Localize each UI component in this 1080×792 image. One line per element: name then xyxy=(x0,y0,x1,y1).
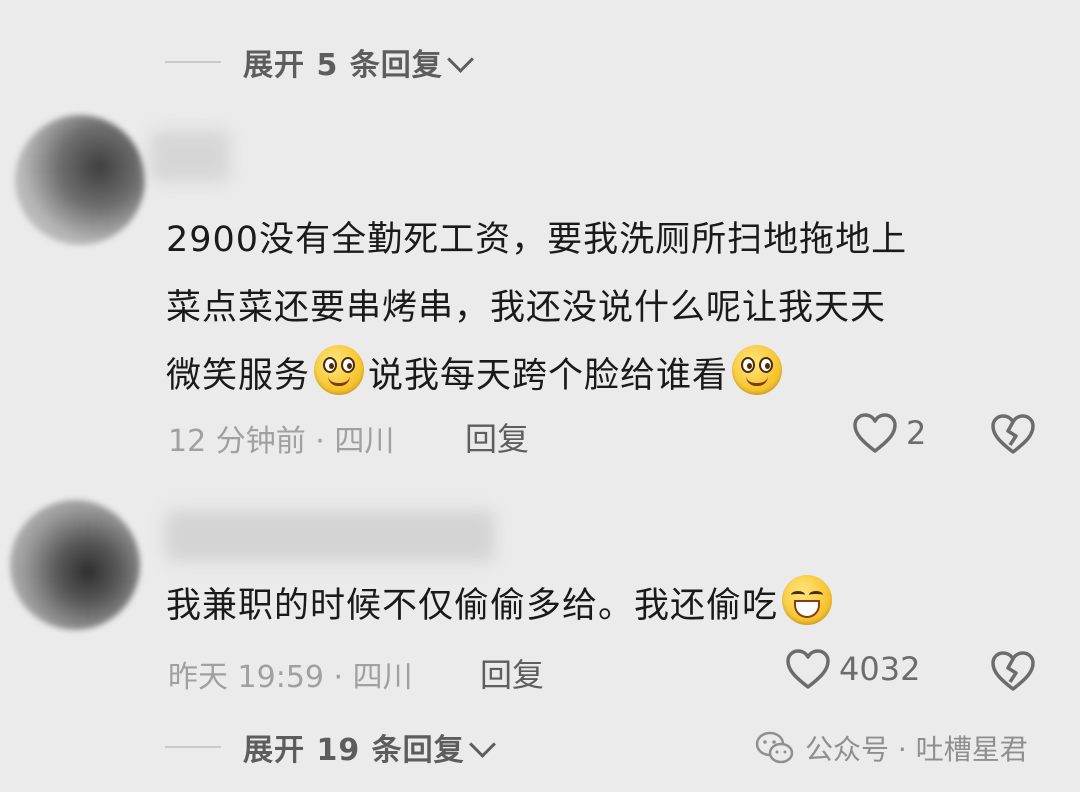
reply-button[interactable]: 回复 xyxy=(480,650,544,696)
expand-replies-bottom[interactable]: 展开 19 条回复 xyxy=(165,725,496,769)
comment-text: 2900没有全勤死工资，要我洗厕所扫地拖地上 菜点菜还要串烤串，我还没说什么呢让… xyxy=(166,206,907,410)
comment-segment: 说我每天跨个脸给谁看 xyxy=(368,356,729,396)
broken-heart-icon[interactable] xyxy=(990,650,1036,692)
expand-replies-label: 展开 5 条回复 xyxy=(243,48,443,83)
avatar[interactable] xyxy=(10,500,140,630)
watermark-label: 公众号 · 吐槽星君 xyxy=(805,733,1028,766)
watermark: 公众号 · 吐槽星君 xyxy=(755,728,1028,768)
divider xyxy=(165,61,221,63)
like-button[interactable]: 2 xyxy=(852,412,926,454)
username-redacted xyxy=(165,510,495,562)
comment-meta: 12 分钟前 · 四川 xyxy=(168,416,394,460)
comment-time-location: 昨天 19:59 · 四川 xyxy=(168,660,413,695)
comment-text: 我兼职的时候不仅偷偷多给。我还偷吃 xyxy=(166,572,836,640)
smile-emoji xyxy=(732,345,783,395)
expand-replies-top[interactable]: 展开 5 条回复 xyxy=(165,40,474,84)
divider xyxy=(165,746,221,748)
comment-meta: 昨天 19:59 · 四川 xyxy=(168,652,413,696)
avatar[interactable] xyxy=(15,115,145,245)
grin-emoji xyxy=(782,575,833,625)
comment-segment: 微笑服务 xyxy=(166,356,311,396)
smile-emoji xyxy=(314,345,365,395)
heart-icon xyxy=(853,413,897,453)
heart-icon xyxy=(786,649,830,689)
like-button[interactable]: 4032 xyxy=(785,648,920,690)
broken-heart-icon[interactable] xyxy=(990,413,1036,455)
expand-replies-label: 展开 19 条回复 xyxy=(243,733,465,768)
like-count: 2 xyxy=(906,414,927,452)
comment-time-location: 12 分钟前 · 四川 xyxy=(168,424,395,459)
chevron-down-icon xyxy=(468,730,496,758)
comment-line: 我兼职的时候不仅偷偷多给。我还偷吃 xyxy=(166,586,779,626)
reply-button[interactable]: 回复 xyxy=(465,414,529,460)
username-redacted xyxy=(150,130,230,182)
comment-line: 菜点菜还要串烤串，我还没说什么呢让我天天 xyxy=(166,288,887,328)
comment-line: 2900没有全勤死工资，要我洗厕所扫地拖地上 xyxy=(166,220,908,260)
wechat-icon xyxy=(755,731,794,764)
comment-line: 微笑服务 说我每天跨个脸给谁看 xyxy=(166,342,907,410)
chevron-down-icon xyxy=(446,45,474,73)
like-count: 4032 xyxy=(839,650,921,688)
